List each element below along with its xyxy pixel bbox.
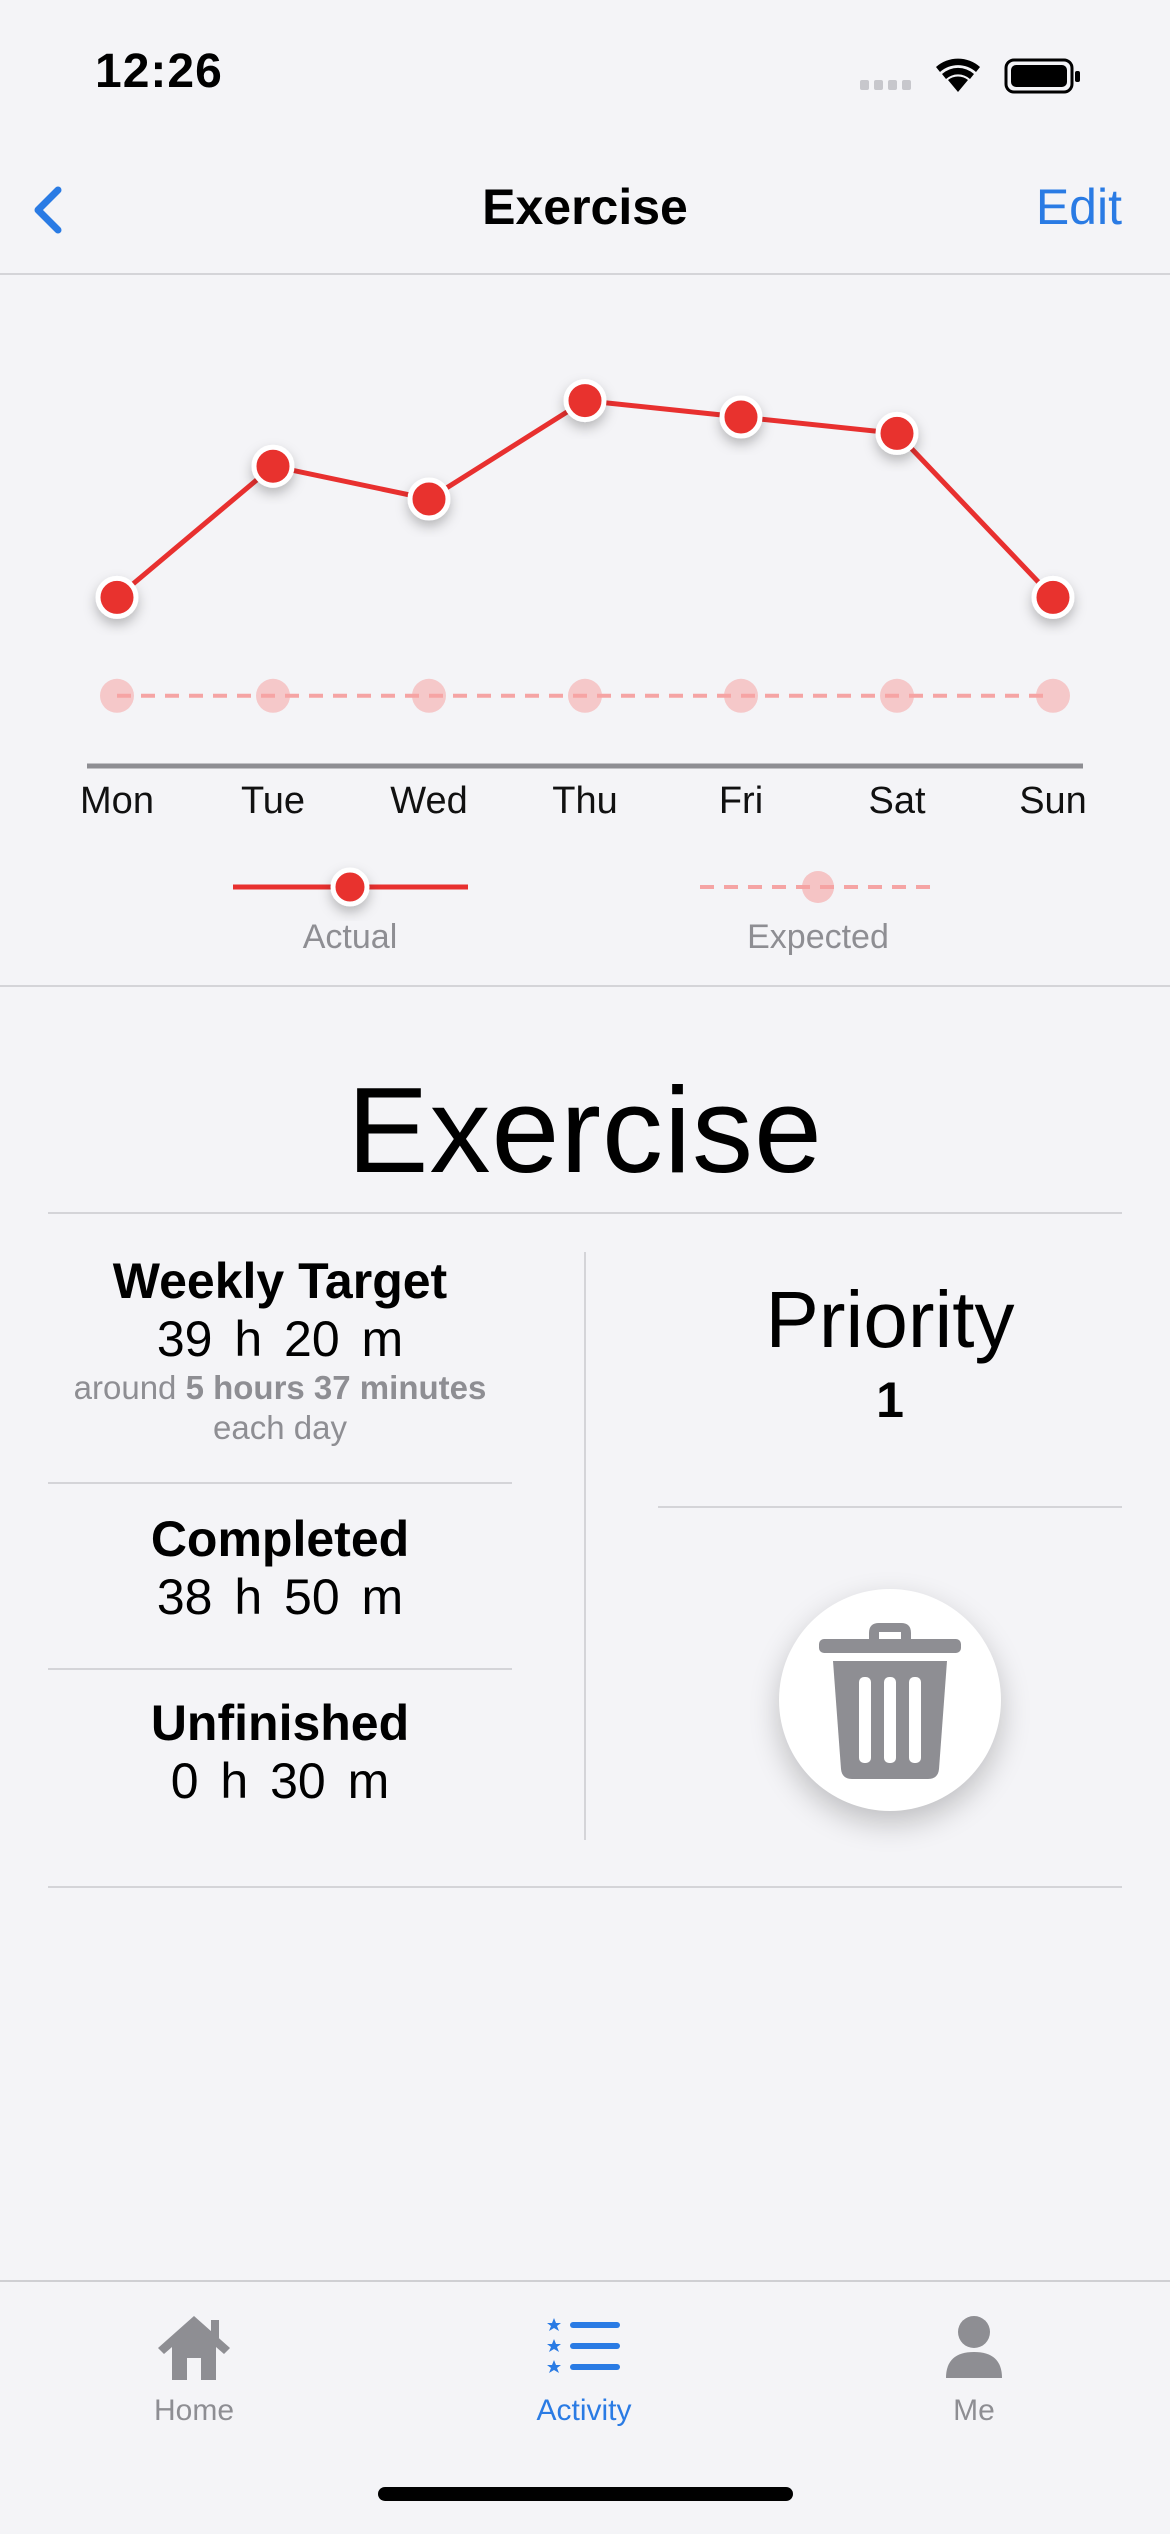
x-tick-label: Mon — [80, 780, 154, 822]
tab-label: Home — [153, 2394, 235, 2427]
expected-point-thu — [568, 678, 602, 713]
actual-point-mon — [95, 575, 139, 619]
tab-label: Activity — [536, 2394, 632, 2427]
legend-actual-label: Actual — [303, 918, 398, 956]
divider — [48, 1668, 512, 1670]
completed-block: Completed 38 h 50 m — [48, 1510, 512, 1626]
weekly-target-block: Weekly Target 39 h 20 m around 5 hours 3… — [48, 1252, 512, 1448]
actual-point-thu — [563, 379, 607, 423]
legend-expected-label: Expected — [747, 918, 889, 956]
status-time: 12:26 — [95, 45, 223, 98]
actual-point-sat — [875, 411, 919, 455]
expected-point-wed — [412, 678, 446, 713]
goal-title: Exercise — [347, 1062, 823, 1198]
tab-me[interactable]: Me — [864, 2312, 1084, 2429]
x-tick-label: Fri — [719, 780, 763, 822]
list-icon — [547, 2318, 620, 2373]
daily-average-suffix: each day — [213, 1409, 347, 1446]
x-tick-label: Thu — [552, 780, 617, 822]
expected-point-fri — [724, 678, 758, 713]
unfinished-block: Unfinished 0 h 30 m — [48, 1694, 512, 1810]
edit-button[interactable]: Edit — [1036, 178, 1122, 236]
legend-actual-marker — [330, 867, 370, 907]
weekly-target-value: 39 h 20 m — [156, 1311, 404, 1367]
priority-label: Priority — [765, 1275, 1015, 1364]
x-tick-label: Wed — [390, 780, 467, 822]
cellular-signal-icon — [860, 80, 911, 90]
expected-point-mon — [100, 678, 134, 713]
x-tick-label: Tue — [241, 780, 305, 822]
unfinished-label: Unfinished — [150, 1695, 410, 1751]
expected-point-sun — [1036, 678, 1070, 713]
divider — [48, 1886, 1122, 1888]
priority-value: 1 — [876, 1372, 904, 1428]
daily-average-value: 5 hours 37 minutes — [185, 1369, 487, 1406]
divider — [48, 1212, 1122, 1214]
tab-home[interactable]: Home — [84, 2312, 304, 2429]
divider — [48, 1482, 512, 1484]
actual-point-sun — [1031, 575, 1075, 619]
divider — [658, 1506, 1122, 1508]
battery-icon — [1004, 58, 1080, 94]
expected-point-sat — [880, 678, 914, 713]
chart-plot: Mon Tue Wed Thu Fri Sat Sun Actual Expected — [80, 379, 1087, 956]
line-chart: Mon Tue Wed Thu Fri Sat Sun Actual Expected — [80, 379, 1087, 956]
wifi-icon — [936, 58, 980, 92]
trash-icon — [819, 1623, 961, 1779]
daily-average-text: around 5 hours 37 minutes — [48, 1368, 512, 1408]
weekly-target-label: Weekly Target — [112, 1253, 448, 1309]
status-icons — [860, 52, 1120, 102]
actual-point-wed — [407, 477, 451, 521]
priority-block: Priority 1 — [658, 1270, 1122, 1430]
delete-button[interactable] — [779, 1589, 1001, 1811]
expected-point-tue — [256, 678, 290, 713]
unfinished-value: 0 h 30 m — [170, 1753, 390, 1809]
actual-point-fri — [719, 395, 763, 439]
house-icon — [158, 2316, 230, 2380]
tab-activity[interactable]: Activity — [474, 2312, 694, 2429]
completed-label: Completed — [150, 1511, 410, 1567]
legend-expected-marker — [802, 871, 834, 903]
nav-title: Exercise — [482, 179, 688, 235]
weekly-chart: Mon Tue Wed Thu Fri Sat Sun Actual Expected — [0, 275, 1170, 985]
x-tick-label: Sat — [868, 780, 925, 822]
completed-value: 38 h 50 m — [156, 1569, 404, 1625]
column-divider — [584, 1252, 586, 1840]
home-indicator — [378, 2487, 793, 2501]
x-tick-label: Sun — [1019, 780, 1087, 822]
person-icon — [946, 2316, 1002, 2378]
navigation-bar: Exercise Edit — [0, 150, 1170, 275]
divider — [0, 985, 1170, 987]
actual-point-tue — [251, 444, 295, 488]
status-bar: 12:26 — [0, 0, 1170, 150]
daily-average-prefix: around — [73, 1369, 177, 1406]
tab-label: Me — [953, 2394, 995, 2427]
